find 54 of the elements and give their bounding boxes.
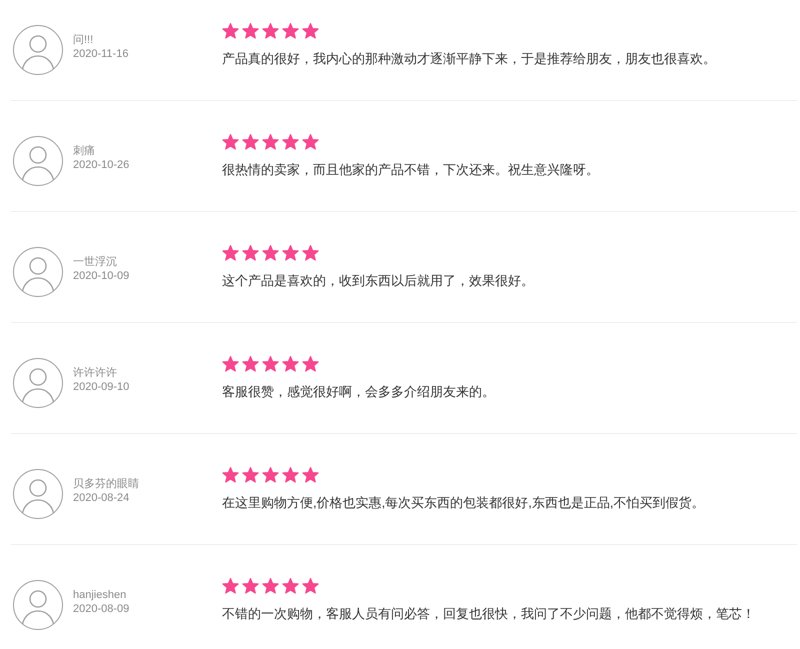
avatar-icon xyxy=(13,580,63,630)
reviewer-name: 贝多芬的眼睛 xyxy=(73,478,139,491)
star-icon xyxy=(282,356,299,372)
star-icon xyxy=(302,23,319,39)
review-date: 2020-10-09 xyxy=(73,270,130,283)
star-icon xyxy=(222,23,239,39)
star-icon xyxy=(242,23,259,39)
star-icon xyxy=(242,467,259,483)
reviewer-name: 刺痛 xyxy=(73,145,96,158)
review-comment: 在这里购物方便,价格也实惠,每次买东西的包装都很好,东西也是正品,不怕买到假货。 xyxy=(222,495,704,511)
avatar-icon xyxy=(13,136,63,186)
review-date: 2020-08-24 xyxy=(73,492,130,505)
avatar-icon xyxy=(13,247,63,297)
reviewer-name: hanjieshen xyxy=(73,589,128,602)
reviewer-name: 一世浮沉 xyxy=(73,256,118,269)
review-comment: 客服很赞，感觉很好啊，会多多介绍朋友来的。 xyxy=(222,384,495,400)
star-icon xyxy=(222,134,239,150)
star-icon xyxy=(262,467,279,483)
review-date: 2020-09-10 xyxy=(73,381,130,394)
star-icon xyxy=(262,245,279,261)
star-icon xyxy=(302,134,319,150)
review-comment: 这个产品是喜欢的，收到东西以后就用了，效果很好。 xyxy=(222,273,534,289)
star-icon xyxy=(242,356,259,372)
review-comment: 很热情的卖家，而且他家的产品不错，下次还来。祝生意兴隆呀。 xyxy=(222,162,599,178)
star-icon xyxy=(262,134,279,150)
star-icon xyxy=(302,245,319,261)
reviewer-name: 问!!! xyxy=(73,34,94,47)
star-icon xyxy=(282,134,299,150)
review-date: 2020-08-09 xyxy=(73,603,130,616)
star-icon xyxy=(262,578,279,594)
star-icon xyxy=(242,578,259,594)
star-icon xyxy=(302,356,319,372)
star-icon xyxy=(222,245,239,261)
star-icon xyxy=(262,23,279,39)
review-date: 2020-11-16 xyxy=(73,48,128,61)
star-icon xyxy=(302,467,319,483)
avatar-icon xyxy=(13,358,63,408)
avatar-icon xyxy=(13,25,63,75)
star-icon xyxy=(282,467,299,483)
review-comment: 不错的一次购物，客服人员有问必答，回复也很快，我问了不少问题，他都不觉得烦，笔芯！ xyxy=(222,606,755,622)
star-icon xyxy=(282,578,299,594)
star-icon xyxy=(222,356,239,372)
star-icon xyxy=(282,23,299,39)
avatar-icon xyxy=(13,469,63,519)
star-icon xyxy=(222,578,239,594)
review-comment: 产品真的很好，我内心的那种激动才逐渐平静下来，于是推荐给朋友，朋友也很喜欢。 xyxy=(222,51,716,67)
star-icon xyxy=(242,245,259,261)
review-date: 2020-10-26 xyxy=(73,159,130,172)
star-icon xyxy=(262,356,279,372)
star-icon xyxy=(222,467,239,483)
star-icon xyxy=(282,245,299,261)
star-icon xyxy=(302,578,319,594)
reviewer-name: 许许许许 xyxy=(73,367,118,380)
star-icon xyxy=(242,134,259,150)
